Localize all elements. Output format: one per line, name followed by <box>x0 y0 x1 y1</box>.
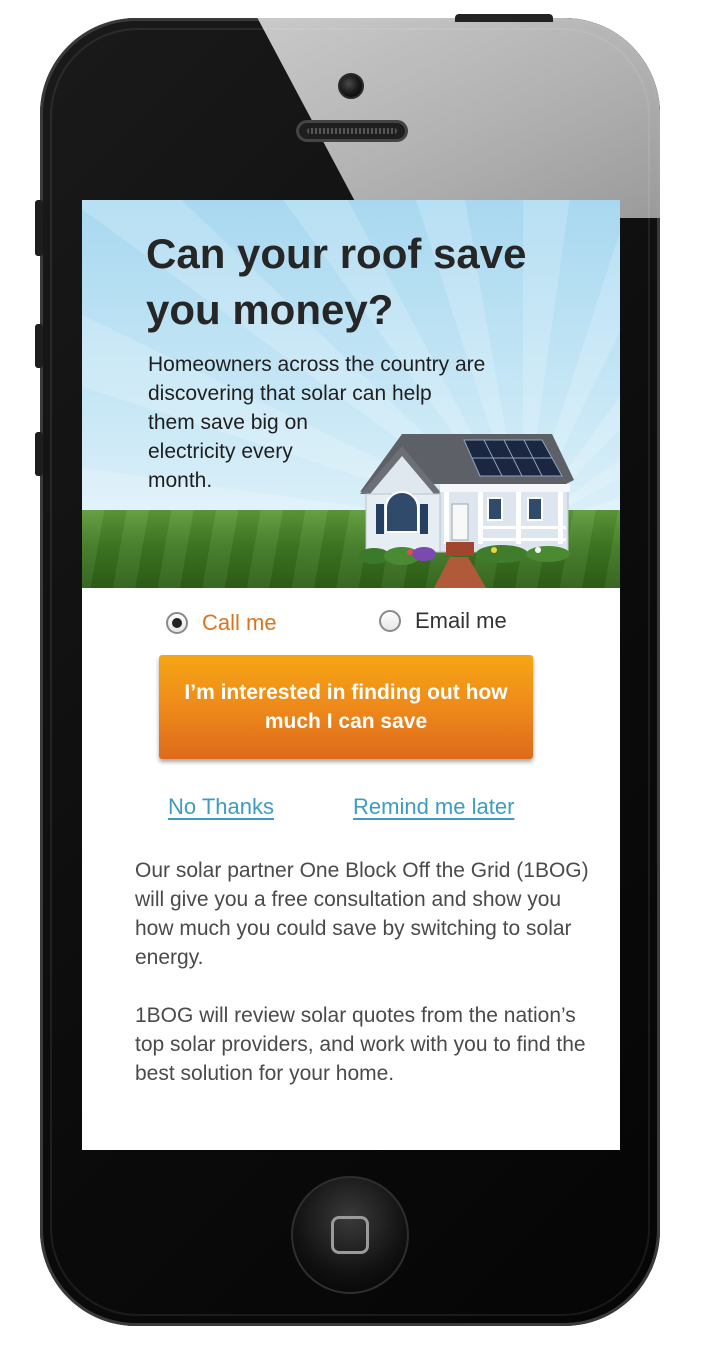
radio-selected-icon[interactable] <box>166 612 188 634</box>
call-me-option[interactable]: Call me <box>166 610 277 636</box>
volume-up-button <box>35 324 43 368</box>
earpiece-speaker <box>296 120 408 142</box>
interested-button[interactable]: I’m interested in finding out how much I… <box>159 655 533 759</box>
info-paragraph-2: 1BOG will review solar quotes from the n… <box>135 1004 586 1085</box>
info-paragraph-1: Our solar partner One Block Off the Grid… <box>135 859 589 969</box>
hero-subtitle-line2: them save big on electricity every month… <box>148 411 308 492</box>
home-button[interactable] <box>291 1176 409 1294</box>
front-camera-icon <box>338 73 364 99</box>
contact-method-group: Call me Email me <box>82 606 620 646</box>
email-me-option[interactable]: Email me <box>379 608 507 634</box>
call-me-label: Call me <box>202 610 277 635</box>
solar-house-illustration <box>358 434 574 588</box>
hero-banner: Can your roof save you money? Homeowners… <box>82 200 620 588</box>
hero-title: Can your roof save you money? <box>146 230 527 333</box>
phone-screen: Can your roof save you money? Homeowners… <box>82 200 620 1150</box>
volume-down-button <box>35 432 43 476</box>
mute-switch <box>35 200 43 256</box>
remind-me-later-link[interactable]: Remind me later <box>353 794 514 820</box>
power-button <box>455 14 553 22</box>
hero-subtitle-line1: Homeowners across the country are discov… <box>148 353 486 405</box>
email-me-label: Email me <box>415 608 507 633</box>
no-thanks-link[interactable]: No Thanks <box>168 794 274 820</box>
home-square-icon <box>331 1216 369 1254</box>
radio-unselected-icon[interactable] <box>379 610 401 632</box>
